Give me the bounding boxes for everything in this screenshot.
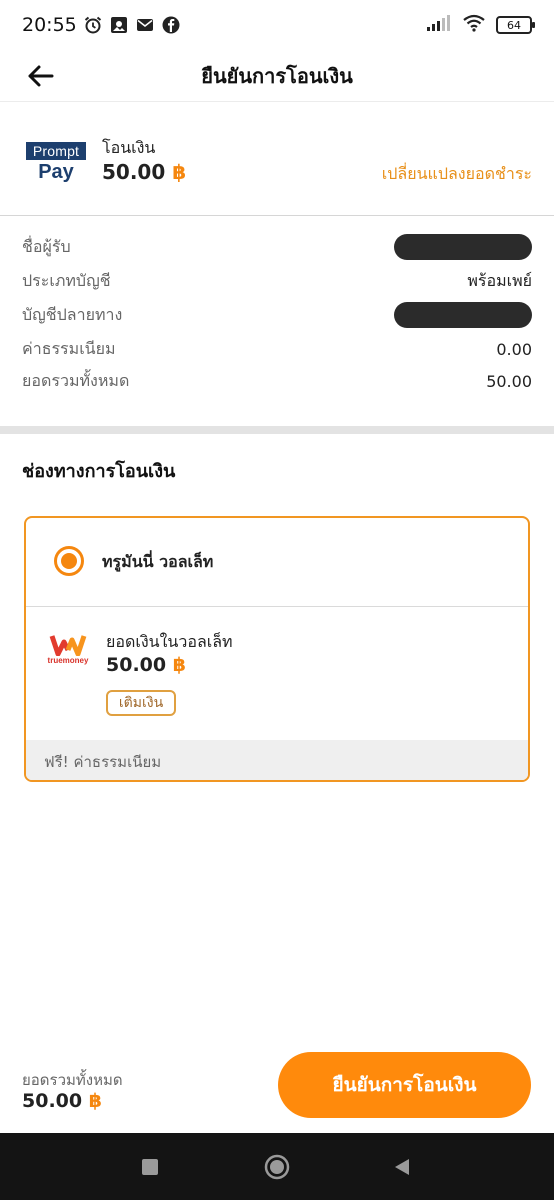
account-type-value: พร้อมเพย์ [467, 270, 532, 290]
account-type-row: ประเภทบัญชี พร้อมเพย์ [22, 266, 532, 296]
recipient-redacted [394, 234, 532, 260]
system-nav-bar [0, 1133, 554, 1200]
transfer-details: ชื่อผู้รับ ประเภทบัญชี พร้อมเพย์ บัญชีปล… [0, 216, 554, 426]
total-label: ยอดรวมทั้งหมด [22, 370, 130, 390]
fee-row: ค่าธรรมเนียม 0.00 [22, 334, 532, 364]
page-title: ยืนยันการโอนเงิน [201, 63, 353, 88]
status-bar: 20:55 64 [0, 0, 554, 50]
footer-total: 50.00 ฿ [22, 1090, 102, 1112]
truemoney-logo: truemoney [46, 634, 90, 670]
baht-icon: ฿ [172, 654, 186, 676]
back-nav-button[interactable] [388, 1153, 416, 1181]
wallet-radio-button[interactable] [54, 546, 84, 576]
signal-icon [426, 14, 452, 36]
wallet-balance: 50.00 ฿ [106, 654, 186, 676]
card-divider [26, 606, 528, 607]
home-circle-icon [264, 1154, 290, 1180]
topup-button[interactable]: เติมเงิน [106, 690, 176, 716]
header: ยืนยันการโอนเงิน [0, 50, 554, 102]
home-button[interactable] [263, 1153, 291, 1181]
status-time: 20:55 [22, 14, 77, 36]
transfer-amount: 50.00 ฿ [102, 160, 186, 184]
recipient-label: ชื่อผู้รับ [22, 236, 71, 256]
footer-total-value: 50.00 [22, 1090, 83, 1112]
transfer-amount-section: Prompt Pay โอนเงิน 50.00 ฿ เปลี่ยนแปลงยอ… [0, 102, 554, 216]
square-icon [142, 1159, 158, 1175]
wallet-balance-value: 50.00 [106, 654, 167, 676]
battery-icon: 64 [496, 16, 535, 34]
change-amount-link[interactable]: เปลี่ยนแปลงยอดชำระ [382, 162, 532, 187]
battery-level: 64 [507, 18, 521, 32]
promptpay-logo-bottom: Pay [38, 161, 74, 183]
wallet-balance-label: ยอดเงินในวอลเล็ท [106, 632, 233, 651]
transfer-amount-value: 50.00 [102, 160, 166, 184]
promptpay-logo-top: Prompt [26, 142, 86, 160]
destination-redacted [394, 302, 532, 328]
facebook-icon [161, 15, 181, 35]
mail-icon [135, 15, 155, 35]
total-value: 50.00 [486, 371, 532, 391]
truemoney-w-icon [49, 635, 87, 657]
back-arrow-icon [28, 65, 54, 87]
transfer-label: โอนเงิน [102, 138, 156, 157]
destination-row: บัญชีปลายทาง [22, 300, 532, 330]
status-system-icons: 64 [426, 14, 535, 36]
triangle-back-icon [395, 1159, 409, 1175]
fee-value: 0.00 [496, 339, 532, 359]
photo-icon [109, 15, 129, 35]
truemoney-logo-text: truemoney [47, 656, 89, 665]
confirm-transfer-button[interactable]: ยืนยันการโอนเงิน [278, 1052, 531, 1118]
baht-icon: ฿ [172, 160, 187, 184]
channel-title: ช่องทางการโอนเงิน [22, 461, 176, 482]
recents-button[interactable] [136, 1153, 164, 1181]
destination-label: บัญชีปลายทาง [22, 304, 123, 324]
recipient-row: ชื่อผู้รับ [22, 232, 532, 262]
free-fee-bar: ฟรี! ค่าธรรมเนียม [26, 740, 528, 780]
back-button[interactable] [22, 58, 58, 94]
total-row: ยอดรวมทั้งหมด 50.00 [22, 366, 532, 396]
baht-icon: ฿ [88, 1090, 102, 1112]
wifi-icon [462, 14, 486, 36]
account-type-label: ประเภทบัญชี [22, 270, 111, 290]
section-divider [0, 426, 554, 434]
alarm-icon [83, 15, 103, 35]
wallet-name: ทรูมันนี่ วอลเล็ท [102, 552, 214, 571]
fee-label: ค่าธรรมเนียม [22, 338, 116, 358]
radio-selected-dot [61, 553, 77, 569]
wallet-option-card[interactable]: ทรูมันนี่ วอลเล็ท truemoney ยอดเงินในวอล… [24, 516, 530, 782]
footer-total-label: ยอดรวมทั้งหมด [22, 1071, 123, 1089]
status-notification-icons [83, 15, 181, 35]
promptpay-logo: Prompt Pay [26, 142, 86, 184]
